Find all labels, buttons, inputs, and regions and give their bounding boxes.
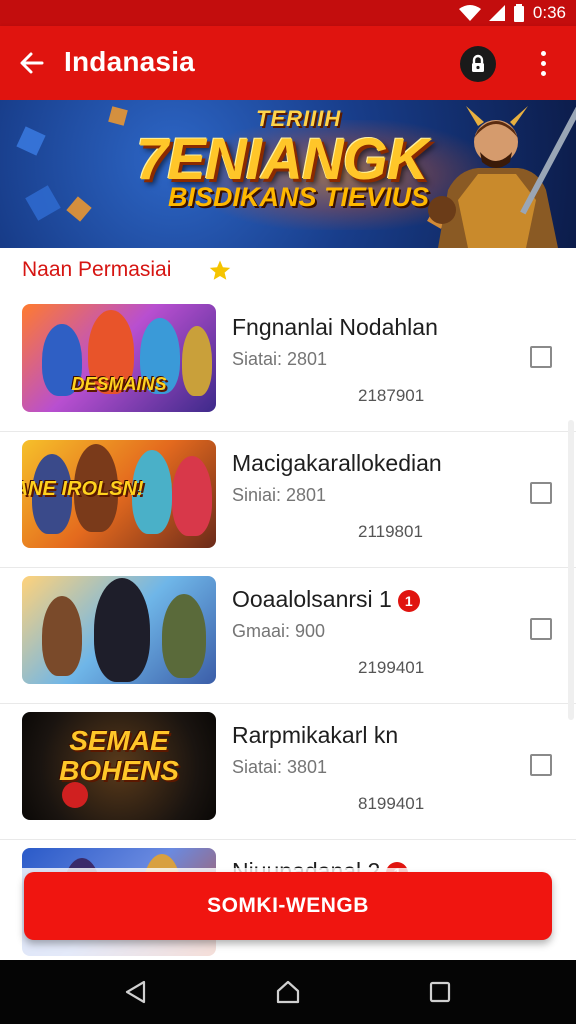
- more-options-button[interactable]: [526, 43, 560, 83]
- game-thumbnail: BBNANE IROLSN!: [22, 440, 216, 548]
- thumb-emblem: [62, 782, 88, 808]
- list-item[interactable]: SEMAE BOHENS Rarpmikakarl kn Siatai: 380…: [0, 704, 576, 840]
- item-title: Rarpmikakarl kn: [232, 722, 399, 748]
- thumb-character: [172, 456, 212, 536]
- item-title-text: Ooaalolsanrsi 1: [232, 586, 392, 612]
- battery-icon: [513, 4, 524, 22]
- banner-shard: [66, 196, 92, 222]
- list-item[interactable]: DESMAINS Fngnanlai Nodahlan Siatai: 2801…: [0, 296, 576, 432]
- system-nav-bar: [0, 960, 576, 1024]
- item-subtitle: Siatai: 2801: [232, 349, 328, 369]
- banner-hero-image: [428, 105, 576, 248]
- item-title: Ooaalolsanrsi 11: [232, 586, 420, 613]
- list-item[interactable]: BBNANE IROLSN! Macigakarallokedian Sinia…: [0, 432, 576, 568]
- item-checkbox[interactable]: [530, 618, 552, 640]
- notification-badge: 1: [397, 589, 420, 612]
- app-bar: Indanasia: [0, 26, 576, 100]
- game-thumbnail: SEMAE BOHENS: [22, 712, 216, 820]
- item-checkbox[interactable]: [530, 482, 552, 504]
- primary-action-button[interactable]: SOMKI-WENGB: [24, 872, 552, 940]
- item-subtitle: Gmaai: 900: [232, 621, 326, 641]
- wifi-icon: [458, 5, 481, 21]
- item-title: Macigakarallokedian: [232, 450, 442, 476]
- scrollbar[interactable]: [568, 420, 574, 720]
- lock-button[interactable]: [460, 46, 496, 82]
- item-title: Fngnanlai Nodahlan: [232, 314, 438, 340]
- nav-home-button[interactable]: [270, 974, 306, 1010]
- back-button[interactable]: [12, 43, 52, 83]
- section-title: Naan Permasiai: [22, 258, 172, 281]
- item-checkbox[interactable]: [530, 754, 552, 776]
- more-vert-dot: [540, 60, 546, 66]
- status-icons: 0:36: [458, 3, 566, 23]
- item-subtitle: Siatai: 3801: [232, 757, 328, 777]
- thumb-character: [162, 594, 206, 678]
- banner-shard: [25, 185, 61, 221]
- page-title: Indanasia: [64, 46, 195, 77]
- nav-back-button[interactable]: [118, 974, 154, 1010]
- star-icon[interactable]: [208, 259, 232, 283]
- thumb-character: [42, 596, 82, 676]
- status-bar: 0:36: [0, 0, 576, 26]
- nav-recents-icon: [429, 981, 451, 1003]
- thumb-character: [94, 578, 150, 682]
- item-checkbox[interactable]: [530, 346, 552, 368]
- banner-shard: [16, 126, 46, 156]
- item-number: 2187901: [358, 386, 425, 405]
- thumb-title: DESMAINS: [71, 374, 167, 394]
- game-thumbnail: [22, 576, 216, 684]
- item-number: 2119801: [358, 522, 423, 541]
- thumb-title: SEMAE BOHENS: [59, 725, 179, 786]
- lock-icon: [472, 54, 484, 72]
- thumb-title: BBNANE IROLSN!: [22, 478, 144, 500]
- banner-sub-text: BISDIKANS TIEVIUS: [168, 182, 430, 212]
- more-vert-dot: [540, 70, 546, 76]
- nav-back-icon: [125, 980, 146, 1004]
- nav-home-icon: [276, 980, 300, 1004]
- item-number: 2199401: [358, 658, 425, 677]
- back-arrow-icon: [20, 52, 44, 74]
- list-item[interactable]: Ooaalolsanrsi 11 Gmaai: 900 2199401: [0, 568, 576, 704]
- item-subtitle: Siniai: 2801: [232, 485, 327, 505]
- signal-icon: [488, 5, 505, 21]
- game-thumbnail: DESMAINS: [22, 304, 216, 412]
- status-time: 0:36: [532, 3, 566, 22]
- banner-shard: [108, 106, 128, 126]
- promo-banner[interactable]: TERIIIH 7ENIANGK BISDIKANS TIEVIUS: [0, 100, 576, 248]
- nav-recents-button[interactable]: [422, 974, 458, 1010]
- item-number: 8199401: [358, 794, 425, 813]
- more-vert-icon: [540, 50, 546, 56]
